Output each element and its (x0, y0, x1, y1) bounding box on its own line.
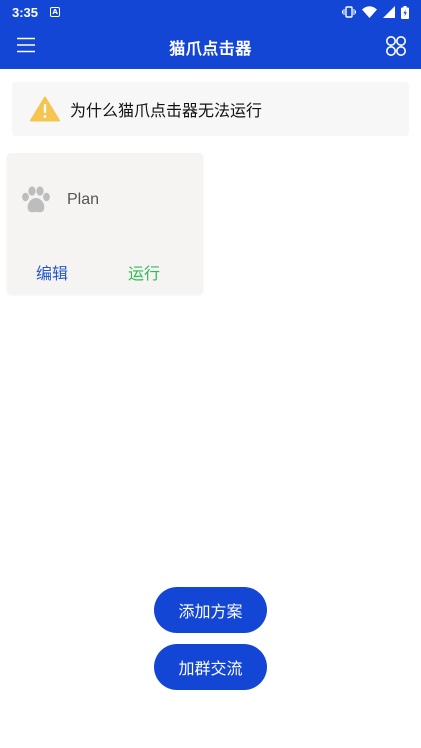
status-bar: 3:35 A (0, 0, 421, 24)
plan-run-button[interactable]: 运行 (128, 260, 160, 284)
plan-name: Plan (67, 191, 100, 208)
status-icons (342, 5, 409, 19)
notification-icon: A (50, 7, 61, 17)
app-bar: 猫爪点击器 (0, 24, 421, 69)
add-plan-label: 添加方案 (178, 602, 243, 621)
paw-icon (22, 186, 50, 213)
menu-button[interactable] (17, 37, 35, 53)
status-time: 3:35 (12, 4, 39, 20)
vibrate-icon (342, 6, 356, 18)
warning-text: 为什么猫爪点击器无法运行 (70, 101, 263, 120)
hamburger-menu-icon (17, 37, 35, 53)
page-title: 猫爪点击器 (169, 38, 252, 58)
command-button[interactable] (385, 35, 407, 57)
battery-icon (401, 5, 409, 19)
command-grid-icon (386, 36, 406, 56)
join-group-button[interactable]: 加群交流 (154, 644, 267, 690)
plan-edit-button[interactable]: 编辑 (36, 260, 68, 284)
join-group-label: 加群交流 (178, 659, 243, 678)
why-not-running-banner[interactable]: 为什么猫爪点击器无法运行 (12, 82, 409, 136)
signal-icon (383, 6, 395, 18)
add-plan-button[interactable]: 添加方案 (154, 587, 267, 633)
warning-triangle-icon (30, 96, 60, 122)
plan-header: Plan (21, 185, 99, 215)
wifi-icon (362, 6, 377, 18)
